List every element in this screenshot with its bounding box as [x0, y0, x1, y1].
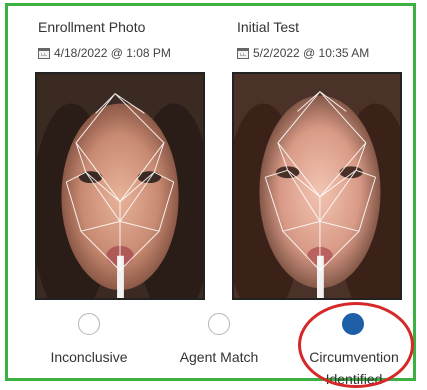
enrollment-photo	[35, 72, 205, 300]
circumvention-identified-radio[interactable]	[342, 313, 364, 335]
enrollment-date-text: 4/18/2022 @ 1:08 PM	[54, 46, 171, 60]
circumvention-label-line1: Circumvention	[309, 349, 399, 365]
inconclusive-radio[interactable]	[78, 313, 100, 335]
calendar-icon	[237, 47, 249, 59]
agent-match-radio[interactable]	[208, 313, 230, 335]
enrollment-date: 4/18/2022 @ 1:08 PM	[38, 46, 171, 60]
initial-test-date: 5/2/2022 @ 10:35 AM	[237, 46, 369, 60]
initial-test-title: Initial Test	[237, 19, 299, 35]
calendar-icon	[38, 47, 50, 59]
agent-match-label[interactable]: Agent Match	[158, 346, 280, 368]
circumvention-identified-label[interactable]: Circumvention Identified	[295, 346, 413, 390]
inconclusive-label[interactable]: Inconclusive	[33, 346, 145, 368]
enrollment-title: Enrollment Photo	[38, 19, 146, 35]
verification-panel: Enrollment Photo 4/18/2022 @ 1:08 PM Ini…	[5, 3, 416, 388]
initial-test-photo	[232, 72, 402, 300]
initial-test-date-text: 5/2/2022 @ 10:35 AM	[253, 46, 370, 60]
